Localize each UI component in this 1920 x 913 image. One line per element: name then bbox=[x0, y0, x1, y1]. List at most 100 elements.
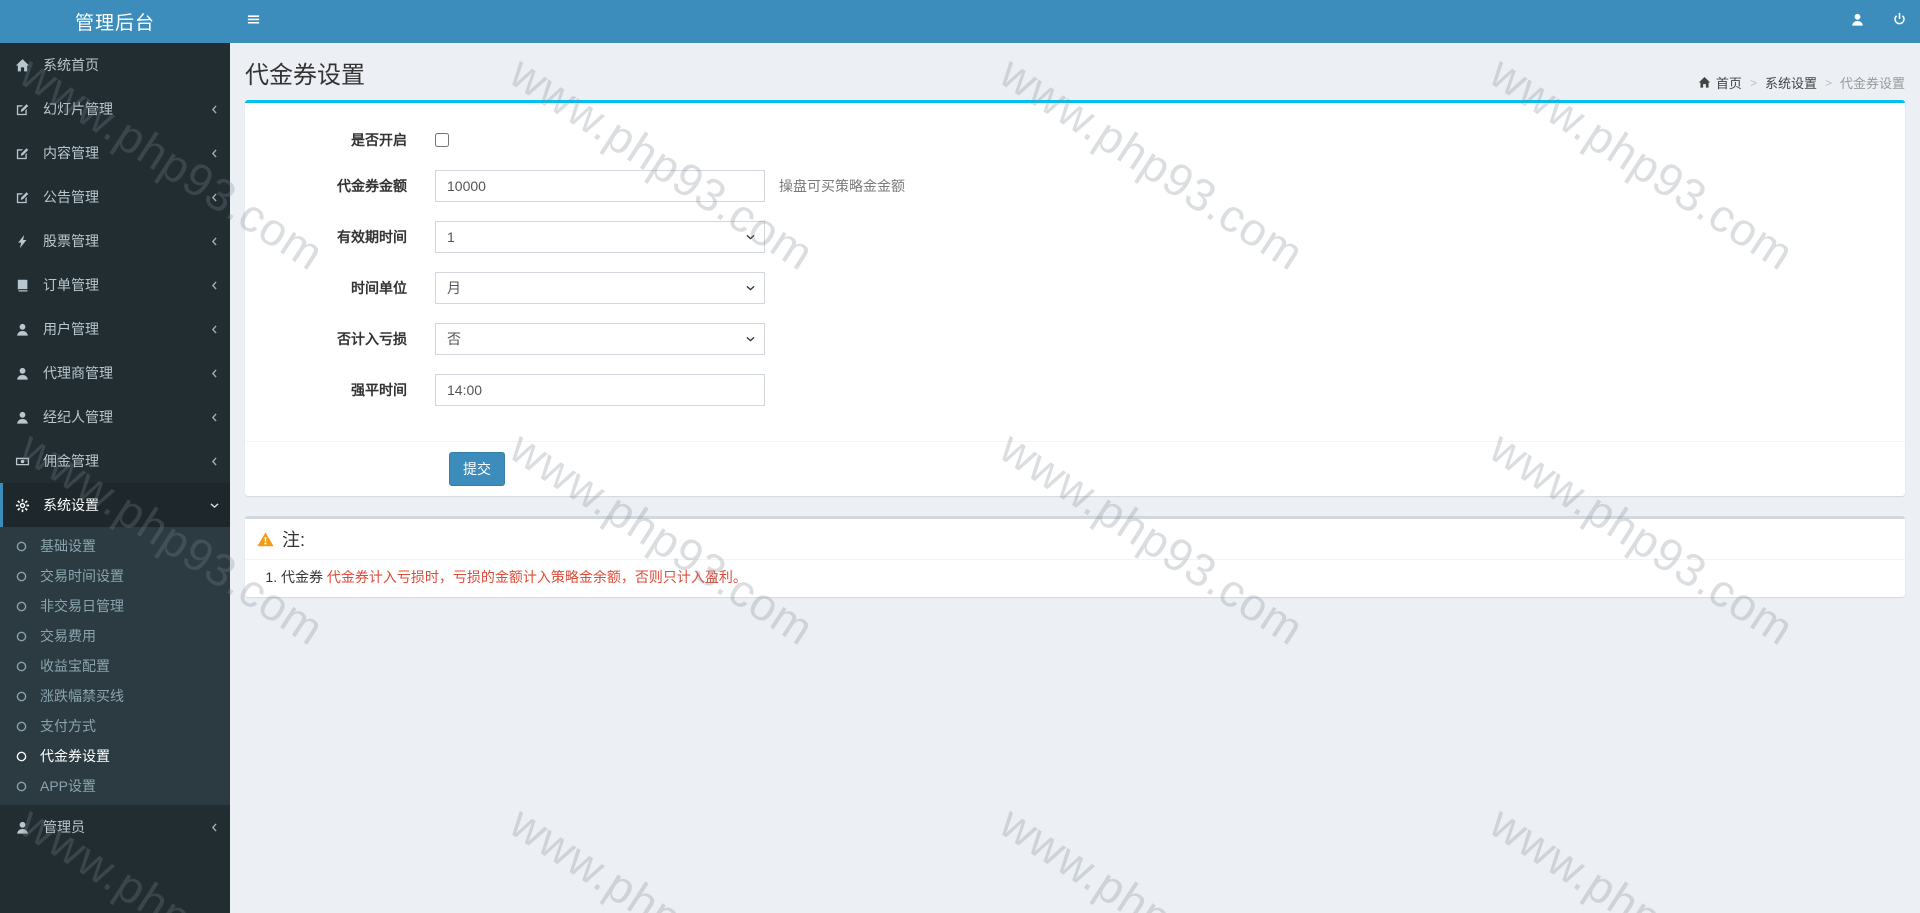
breadcrumb-separator: > bbox=[1824, 75, 1832, 90]
sidebar-subitem-payment-method[interactable]: 支付方式 bbox=[0, 711, 230, 741]
sidebar-item-brokers[interactable]: 经纪人管理 bbox=[0, 395, 230, 439]
sidebar: 系统首页幻灯片管理内容管理公告管理股票管理订单管理用户管理代理商管理经纪人管理佣… bbox=[0, 43, 230, 913]
home-icon bbox=[15, 58, 36, 73]
form-label-force-close-time: 强平时间 bbox=[351, 382, 407, 398]
sidebar-subitem-label: 支付方式 bbox=[40, 718, 96, 734]
note-list: 代金券 代金券计入亏损时，亏损的金额计入策略金余额，否则只计入盈利。 bbox=[257, 567, 1893, 588]
watermark: www.php93.com bbox=[501, 795, 824, 913]
angle-left-icon bbox=[209, 236, 220, 247]
sidebar-item-users[interactable]: 用户管理 bbox=[0, 307, 230, 351]
sidebar-item-label: 经纪人管理 bbox=[43, 409, 113, 425]
navbar-right bbox=[1836, 0, 1920, 43]
sidebar-item-home[interactable]: 系统首页 bbox=[0, 43, 230, 87]
watermark: www.php93.com bbox=[1481, 795, 1804, 913]
watermark: www.php93.com bbox=[991, 795, 1314, 913]
sidebar-subitem-trade-fee[interactable]: 交易费用 bbox=[0, 621, 230, 651]
sidebar-item-notice[interactable]: 公告管理 bbox=[0, 175, 230, 219]
time-unit-select[interactable]: 月 bbox=[435, 272, 765, 304]
note-item: 代金券 代金券计入亏损时，亏损的金额计入策略金余额，否则只计入盈利。 bbox=[281, 567, 1893, 588]
form-label-validity-period: 有效期时间 bbox=[337, 229, 407, 245]
money-icon bbox=[15, 454, 36, 469]
sidebar-subitem-label: 非交易日管理 bbox=[40, 598, 124, 614]
submit-button[interactable]: 提交 bbox=[449, 452, 505, 486]
user-icon bbox=[15, 410, 36, 425]
breadcrumb-home[interactable]: 首页 bbox=[1698, 73, 1742, 92]
sidebar-item-commission[interactable]: 佣金管理 bbox=[0, 439, 230, 483]
top-bar: 管理后台 bbox=[0, 0, 1920, 43]
enable-checkbox[interactable] bbox=[435, 133, 449, 147]
angle-left-icon bbox=[209, 368, 220, 379]
validity-period-select[interactable]: 1 bbox=[435, 221, 765, 253]
brand-logo[interactable]: 管理后台 bbox=[0, 0, 230, 43]
sidebar-item-label: 股票管理 bbox=[43, 233, 99, 249]
edit-icon bbox=[15, 146, 36, 161]
circle-o-icon bbox=[15, 690, 34, 703]
user-icon bbox=[15, 820, 36, 835]
sidebar-item-label: 用户管理 bbox=[43, 321, 99, 337]
main-content: 代金券设置 首页 > 系统设置 > 代金券设置 是否开启代金券金额 操盘可买策略金… bbox=[230, 0, 1920, 605]
book-icon bbox=[15, 278, 36, 293]
form-label-count-loss: 否计入亏损 bbox=[337, 331, 407, 347]
sidebar-subitem-shouyibao-config[interactable]: 收益宝配置 bbox=[0, 651, 230, 681]
note-panel: 注: 代金券 代金券计入亏损时，亏损的金额计入策略金余额，否则只计入盈利。 bbox=[245, 516, 1905, 597]
sidebar-item-label: 幻灯片管理 bbox=[43, 101, 113, 117]
sidebar-item-label: 佣金管理 bbox=[43, 453, 99, 469]
page-title: 代金券设置 bbox=[245, 62, 365, 89]
circle-o-icon bbox=[15, 570, 34, 583]
sidebar-subitem-app-settings[interactable]: APP设置 bbox=[0, 771, 230, 801]
user-menu-button[interactable] bbox=[1836, 0, 1878, 43]
sidebar-item-slides[interactable]: 幻灯片管理 bbox=[0, 87, 230, 131]
circle-o-icon bbox=[15, 720, 34, 733]
form-row-enable: 是否开启 bbox=[270, 127, 1880, 153]
form-row-validity-period: 有效期时间 1 bbox=[270, 221, 1880, 253]
sidebar-subitem-label: APP设置 bbox=[40, 778, 97, 794]
sidebar-subitem-label: 收益宝配置 bbox=[40, 658, 110, 674]
sidebar-subitem-basic-settings[interactable]: 基础设置 bbox=[0, 531, 230, 561]
breadcrumb: 首页 > 系统设置 > 代金券设置 bbox=[1698, 73, 1905, 92]
form-label-enable: 是否开启 bbox=[351, 132, 407, 148]
sidebar-subitem-non-trading-day[interactable]: 非交易日管理 bbox=[0, 591, 230, 621]
voucher-settings-form: 是否开启代金券金额 操盘可买策略金金额有效期时间 1 时间单位 月否计入亏损 否强平时间 bbox=[245, 103, 1905, 441]
voucher-settings-panel: 是否开启代金券金额操盘可买策略金金额有效期时间1时间单位月否计入亏损否强平时间 … bbox=[245, 100, 1905, 496]
angle-left-icon bbox=[209, 822, 220, 833]
sidebar-item-stocks[interactable]: 股票管理 bbox=[0, 219, 230, 263]
form-footer: 提交 bbox=[245, 441, 1905, 496]
sidebar-menu: 系统首页幻灯片管理内容管理公告管理股票管理订单管理用户管理代理商管理经纪人管理佣… bbox=[0, 43, 230, 849]
count-loss-select[interactable]: 否 bbox=[435, 323, 765, 355]
breadcrumb-section[interactable]: 系统设置 bbox=[1765, 73, 1817, 92]
sidebar-item-agents[interactable]: 代理商管理 bbox=[0, 351, 230, 395]
sidebar-subitem-label: 涨跌幅禁买线 bbox=[40, 688, 124, 704]
force-close-time-input[interactable] bbox=[435, 374, 765, 406]
user-icon bbox=[1850, 12, 1865, 32]
logout-button[interactable] bbox=[1878, 0, 1920, 43]
circle-o-icon bbox=[15, 540, 34, 553]
sidebar-subitem-trade-time[interactable]: 交易时间设置 bbox=[0, 561, 230, 591]
submenu-system-settings: 基础设置交易时间设置非交易日管理交易费用收益宝配置涨跌幅禁买线 支付方式代金券设置… bbox=[0, 527, 230, 805]
sidebar-toggle-button[interactable] bbox=[230, 0, 276, 43]
sidebar-subitem-voucher-settings[interactable]: 代金券设置 bbox=[0, 741, 230, 771]
sidebar-item-label: 内容管理 bbox=[43, 145, 99, 161]
sidebar-item-admin[interactable]: 管理员 bbox=[0, 805, 230, 849]
breadcrumb-current: 代金券设置 bbox=[1839, 76, 1905, 91]
angle-left-icon bbox=[209, 148, 220, 159]
note-body: 代金券 代金券计入亏损时，亏损的金额计入策略金余额，否则只计入盈利。 bbox=[245, 560, 1905, 597]
circle-o-icon bbox=[15, 630, 34, 643]
sidebar-item-system-settings[interactable]: 系统设置 bbox=[0, 483, 230, 527]
content-area: 是否开启代金券金额操盘可买策略金金额有效期时间1时间单位月否计入亏损否强平时间 … bbox=[230, 92, 1920, 605]
angle-down-icon bbox=[209, 500, 220, 511]
user-icon bbox=[15, 366, 36, 381]
bolt-icon bbox=[15, 234, 36, 249]
edit-icon bbox=[15, 190, 36, 205]
sidebar-item-orders[interactable]: 订单管理 bbox=[0, 263, 230, 307]
sidebar-subitem-label: 基础设置 bbox=[40, 538, 96, 554]
form-row-voucher-amount: 代金券金额 操盘可买策略金金额 bbox=[270, 170, 1880, 202]
note-text-red: 代金券计入亏损时，亏损的金额计入策略金余额，否则只计入盈利。 bbox=[326, 569, 747, 585]
circle-o-icon bbox=[15, 780, 34, 793]
voucher-amount-input[interactable] bbox=[435, 170, 765, 202]
user-icon bbox=[15, 322, 36, 337]
angle-left-icon bbox=[209, 280, 220, 291]
sidebar-item-content[interactable]: 内容管理 bbox=[0, 131, 230, 175]
sidebar-subitem-limit-line[interactable]: 涨跌幅禁买线 bbox=[0, 681, 230, 711]
angle-left-icon bbox=[209, 412, 220, 423]
validity-period-select-wrap: 1 bbox=[435, 221, 765, 253]
